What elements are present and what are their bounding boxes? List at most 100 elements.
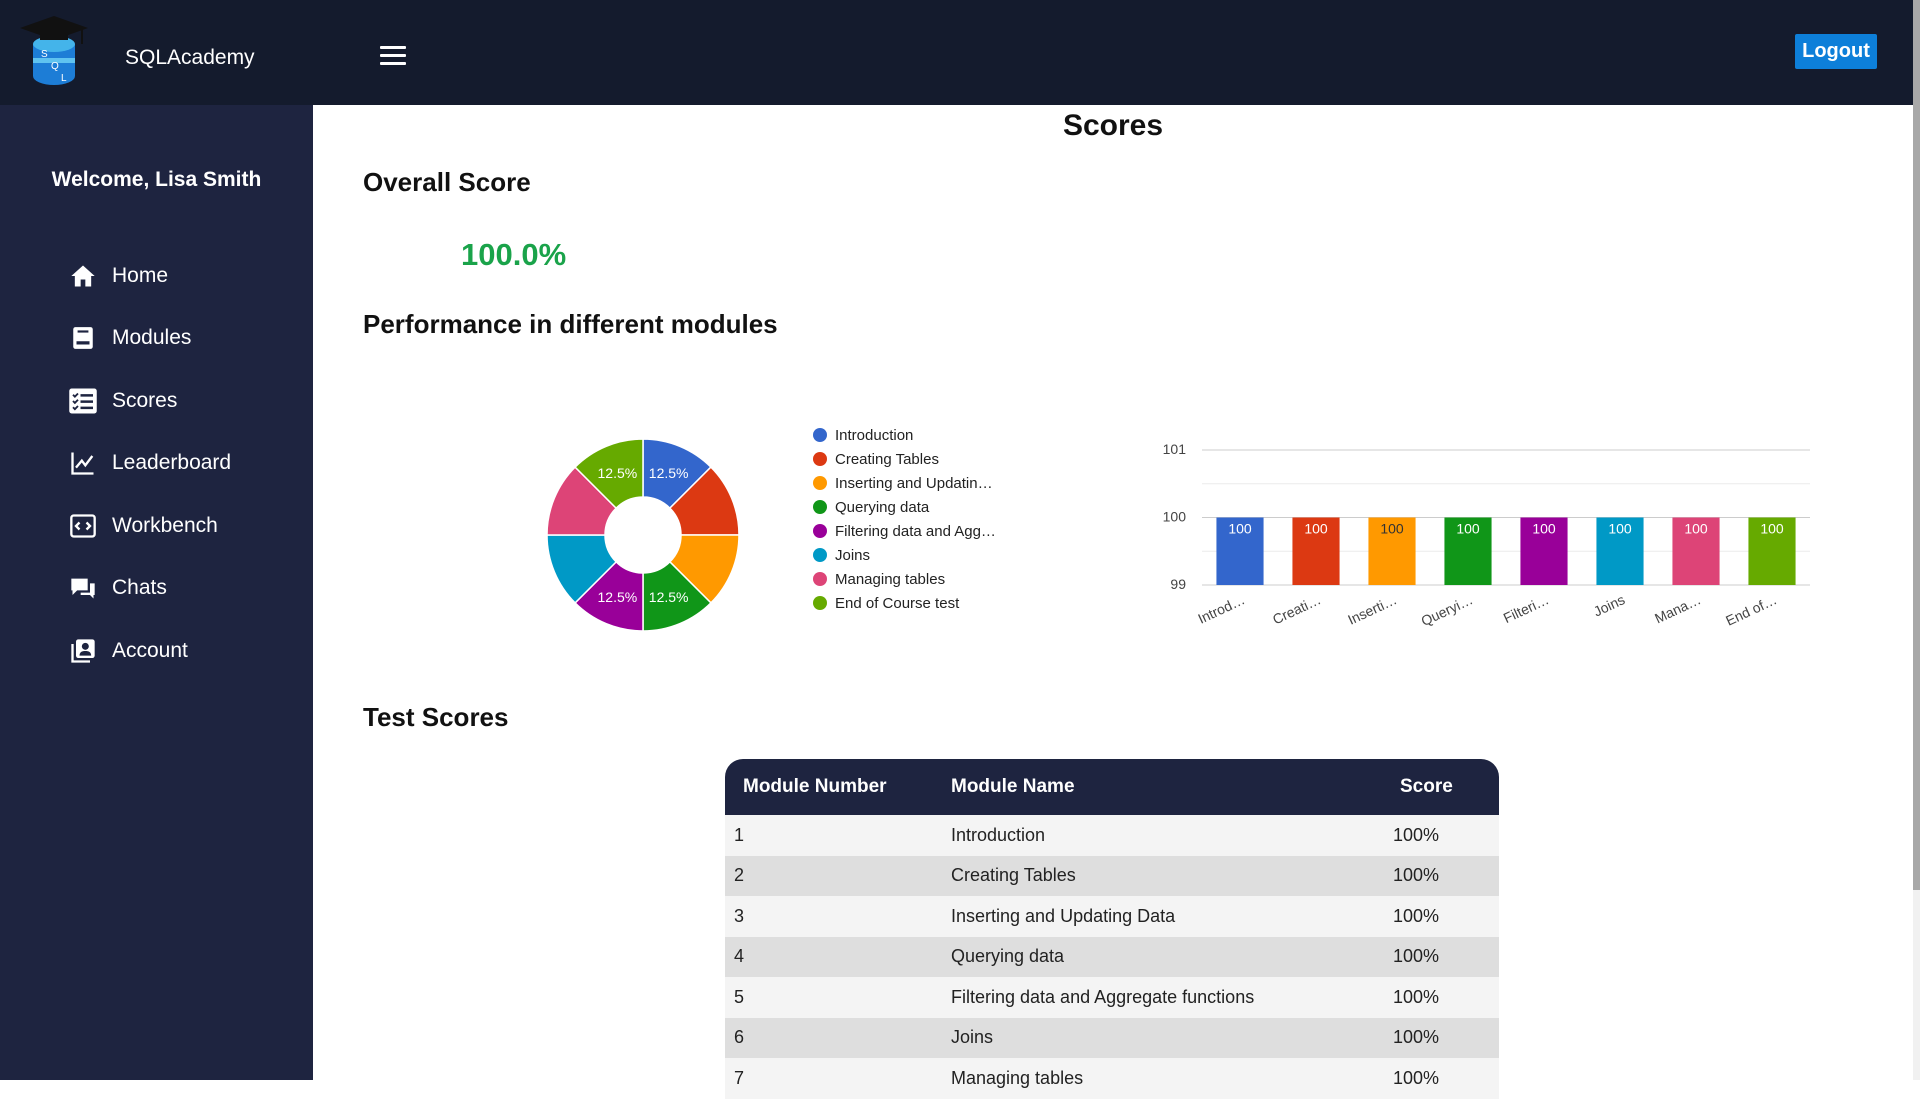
sidebar-item-workbench[interactable]: Workbench <box>68 506 218 546</box>
legend-swatch <box>813 572 827 586</box>
scrollbar-thumb[interactable] <box>1913 0 1920 890</box>
sidebar-item-label: Home <box>112 264 169 287</box>
donut-slice-label: 12.5% <box>598 589 638 605</box>
module-number-cell: 7 <box>734 1067 745 1088</box>
overall-score-value: 100.0% <box>461 237 567 272</box>
sidebar-item-scores[interactable]: Scores <box>68 381 177 421</box>
legend-swatch <box>813 500 827 514</box>
donut-slice-label: 12.5% <box>649 589 689 605</box>
bar-value-label: 100 <box>1304 521 1328 537</box>
bar-value-label: 100 <box>1684 521 1708 537</box>
logo-letter-s: S <box>41 49 48 60</box>
table-row: 4 Querying data 100% <box>725 936 1499 977</box>
module-name-cell: Querying data <box>951 946 1065 967</box>
column-header-score[interactable]: Score <box>1392 759 1499 815</box>
sidebar-item-modules[interactable]: Modules <box>68 318 191 358</box>
y-tick-label: 99 <box>1170 576 1186 592</box>
module-name-cell: Creating Tables <box>951 865 1076 886</box>
sidebar-item-account[interactable]: Account <box>68 631 188 671</box>
sidebar-item-leaderboard[interactable]: Leaderboard <box>68 443 231 483</box>
bar-value-label: 100 <box>1760 521 1784 537</box>
legend-item[interactable]: Querying data <box>813 495 996 519</box>
sidebar-item-label: Chats <box>112 576 167 599</box>
module-number-cell: 2 <box>734 865 745 886</box>
sidebar-item-chats[interactable]: Chats <box>68 568 167 608</box>
x-tick-label: Introd… <box>1195 591 1247 627</box>
donut-slice-label: 12.5% <box>649 465 689 481</box>
donut-slice-label: 12.5% <box>598 465 638 481</box>
page-title: Scores <box>1062 109 1164 142</box>
legend-swatch <box>813 596 827 610</box>
top-bar: S Q L SQLAcademy Logout <box>0 0 1913 105</box>
code-icon <box>68 511 98 541</box>
legend-item[interactable]: Creating Tables <box>813 447 996 471</box>
module-number-cell: 6 <box>734 1027 745 1048</box>
score-cell: 100% <box>1393 865 1440 886</box>
column-header-module-name[interactable]: Module Name <box>950 759 1392 815</box>
line-chart-icon <box>68 448 98 478</box>
performance-heading: Performance in different modules <box>363 309 778 339</box>
score-cell: 100% <box>1393 946 1440 967</box>
home-icon <box>68 261 98 291</box>
table-row: 6 Joins 100% <box>725 1017 1499 1058</box>
sidebar-item-label: Leaderboard <box>112 451 232 474</box>
bar-value-label: 100 <box>1608 521 1632 537</box>
x-tick-label: Joins <box>1591 591 1627 619</box>
legend-label: Introduction <box>835 426 914 444</box>
module-name-cell: Inserting and Updating Data <box>951 905 1176 926</box>
checklist-icon <box>68 386 98 416</box>
chat-icon <box>68 573 98 603</box>
score-cell: 100% <box>1393 1027 1440 1048</box>
y-tick-label: 101 <box>1163 441 1187 457</box>
module-number-cell: 3 <box>734 905 745 926</box>
brand-name[interactable]: SQLAcademy <box>125 46 255 70</box>
module-name-cell: Joins <box>951 1027 994 1048</box>
main-content: Scores Overall Score 100.0% Performance … <box>313 105 1913 1099</box>
hamburger-menu-icon[interactable] <box>380 46 406 66</box>
sidebar: Welcome, Lisa Smith Home Modules Scores … <box>0 105 313 1080</box>
x-tick-label: Queryi… <box>1418 591 1475 629</box>
module-donut-chart: 12.5% 12.5% 12.5% 12.5% <box>546 438 740 632</box>
legend-item[interactable]: Filtering data and Agg… <box>813 519 996 543</box>
legend-label: Joins <box>835 546 871 564</box>
module-number-cell: 5 <box>734 986 745 1007</box>
legend-item[interactable]: Joins <box>813 543 996 567</box>
table-row: 3 Inserting and Updating Data 100% <box>725 896 1499 937</box>
book-icon <box>68 323 98 353</box>
legend-item[interactable]: End of Course test <box>813 591 996 615</box>
legend-item[interactable]: Managing tables <box>813 567 996 591</box>
score-cell: 100% <box>1393 905 1440 926</box>
sql-academy-logo: S Q L <box>20 16 88 85</box>
bar-value-label: 100 <box>1228 521 1252 537</box>
x-tick-label: Creati… <box>1270 591 1323 627</box>
table-row: 2 Creating Tables 100% <box>725 855 1499 896</box>
legend-label: Querying data <box>835 498 930 516</box>
legend-label: End of Course test <box>835 594 960 612</box>
legend-label: Filtering data and Agg… <box>835 522 996 540</box>
x-tick-label: Inserti… <box>1345 591 1399 628</box>
legend-item[interactable]: Introduction <box>813 423 996 447</box>
y-tick-label: 100 <box>1163 509 1187 525</box>
score-cell: 100% <box>1393 1067 1440 1088</box>
table-row: 5 Filtering data and Aggregate functions… <box>725 977 1499 1018</box>
donut-legend: Introduction Creating Tables Inserting and… <box>813 423 996 615</box>
column-header-module-number[interactable]: Module Number <box>725 759 950 815</box>
sidebar-item-home[interactable]: Home <box>68 256 168 296</box>
x-tick-label: End of… <box>1723 591 1779 629</box>
module-number-cell: 1 <box>734 824 745 845</box>
score-cell: 100% <box>1393 824 1440 845</box>
module-name-cell: Introduction <box>951 824 1046 845</box>
bar-value-label: 100 <box>1532 521 1556 537</box>
logout-button[interactable]: Logout <box>1795 34 1877 69</box>
overall-score-heading: Overall Score <box>363 167 531 197</box>
module-number-cell: 4 <box>734 946 745 967</box>
module-name-cell: Filtering data and Aggregate functions <box>951 986 1255 1007</box>
legend-item[interactable]: Inserting and Updatin… <box>813 471 996 495</box>
sidebar-item-label: Modules <box>112 326 192 349</box>
score-cell: 100% <box>1393 986 1440 1007</box>
logo-letter-q: Q <box>51 61 59 72</box>
legend-label: Creating Tables <box>835 450 939 468</box>
legend-swatch <box>813 476 827 490</box>
legend-label: Managing tables <box>835 570 946 588</box>
legend-label: Inserting and Updatin… <box>835 474 993 492</box>
